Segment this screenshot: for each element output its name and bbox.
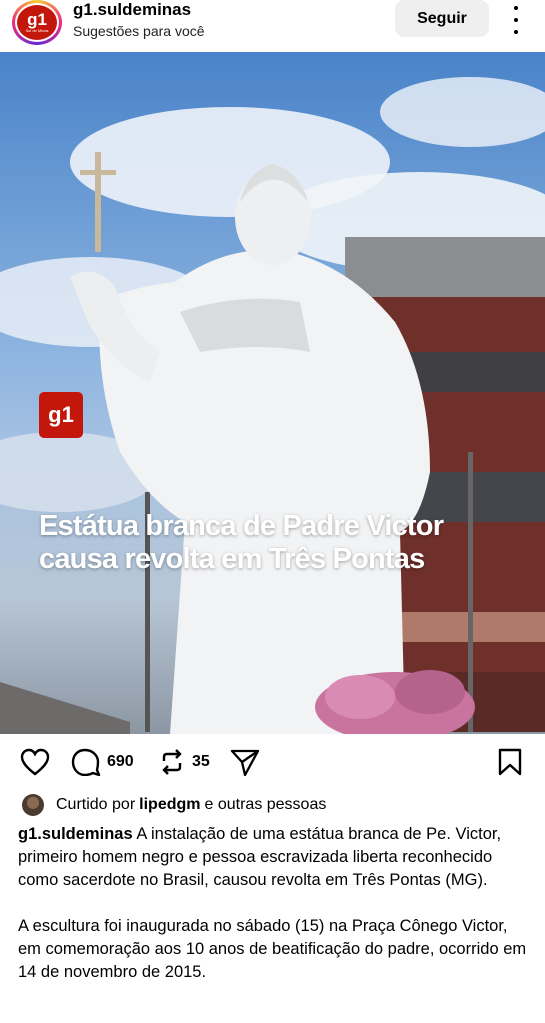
repost-button[interactable]: 35 <box>158 748 210 776</box>
likes-prefix: Curtido por <box>56 796 136 813</box>
follow-button[interactable]: Seguir <box>395 0 489 37</box>
profile-avatar[interactable]: g1 Sul de Minas <box>12 0 62 45</box>
repost-icon <box>162 749 182 775</box>
likes-suffix: e outras pessoas <box>204 796 327 813</box>
avatar-logo-subtext: Sul de Minas <box>25 28 49 33</box>
comment-button[interactable]: 690 <box>71 748 134 776</box>
post-username[interactable]: g1.suldeminas <box>73 0 191 20</box>
post-header: g1 Sul de Minas g1.suldeminas Sugestões … <box>0 0 545 52</box>
save-button[interactable] <box>498 748 522 776</box>
liker-avatar <box>22 794 44 816</box>
caption-paragraph: g1.suldeminas A instalação de uma estátu… <box>18 823 528 892</box>
g1-logo-badge: g1 <box>39 392 83 438</box>
post-actions-bar: 690 35 <box>0 738 545 784</box>
avatar-logo-text: g1 <box>27 10 47 29</box>
like-button[interactable] <box>20 748 50 776</box>
post-caption: g1.suldeminas A instalação de uma estátu… <box>18 823 528 1007</box>
heart-icon <box>20 748 50 776</box>
send-icon <box>230 749 260 776</box>
more-options-icon[interactable] <box>506 6 526 34</box>
comment-icon <box>71 748 101 776</box>
post-image[interactable]: g1 Estátua branca de Padre Victor causa … <box>0 52 545 734</box>
comment-count: 690 <box>107 753 134 770</box>
bookmark-icon <box>498 748 522 776</box>
caption-username[interactable]: g1.suldeminas <box>18 825 133 843</box>
repost-count: 35 <box>192 753 210 770</box>
image-headline: Estátua branca de Padre Victor causa rev… <box>39 510 444 575</box>
share-button[interactable] <box>230 748 260 776</box>
caption-paragraph: A escultura foi inaugurada no sábado (15… <box>18 917 527 981</box>
likes-summary[interactable]: Curtido por lipedgm e outras pessoas <box>22 794 326 816</box>
suggestion-label: Sugestões para você <box>73 23 205 39</box>
liker-username[interactable]: lipedgm <box>139 796 200 814</box>
